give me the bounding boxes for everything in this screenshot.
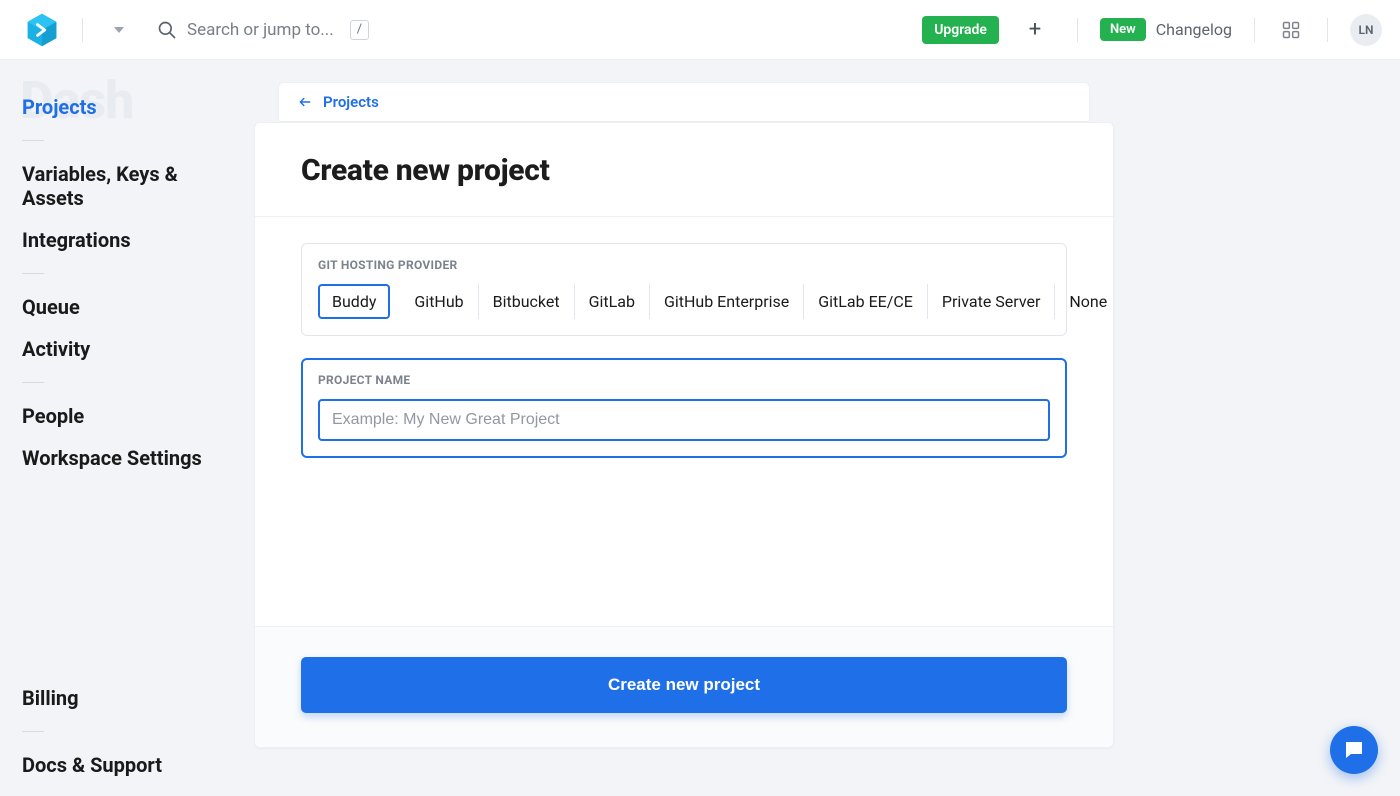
changelog-link[interactable]: New Changelog <box>1100 18 1232 41</box>
app-logo[interactable] <box>24 12 60 48</box>
search-icon <box>157 20 177 40</box>
sidebar-separator <box>22 382 44 383</box>
git-provider-options: Buddy GitHub Bitbucket GitLab GitHub Ent… <box>318 284 1050 319</box>
search-placeholder-text: Search or jump to... <box>187 20 334 40</box>
sidebar-item-workspace-settings[interactable]: Workspace Settings <box>22 437 232 479</box>
search-shortcut-badge: / <box>350 20 369 40</box>
breadcrumb-projects-link[interactable]: Projects <box>323 93 379 111</box>
sidebar-item-docs-support[interactable]: Docs & Support <box>22 744 232 786</box>
project-name-field: PROJECT NAME <box>301 358 1067 458</box>
sidebar-item-people[interactable]: People <box>22 395 232 437</box>
header-divider <box>82 18 83 42</box>
upgrade-button[interactable]: Upgrade <box>922 16 999 44</box>
sidebar-item-integrations[interactable]: Integrations <box>22 219 232 261</box>
changelog-label: Changelog <box>1156 20 1232 39</box>
card-header: Create new project <box>255 123 1113 217</box>
app-header: Search or jump to... / Upgrade + New Cha… <box>0 0 1400 60</box>
card-footer: Create new project <box>255 626 1113 747</box>
provider-option-gitlab-ee-ce[interactable]: GitLab EE/CE <box>804 284 928 319</box>
sidebar-item-queue[interactable]: Queue <box>22 286 232 328</box>
sidebar-separator <box>22 140 44 141</box>
sidebar-item-activity[interactable]: Activity <box>22 328 232 370</box>
chevron-down-icon <box>113 24 125 36</box>
project-name-input[interactable] <box>318 399 1050 441</box>
main-content: Projects Create new project GIT HOSTING … <box>254 60 1400 796</box>
apps-grid-button[interactable] <box>1277 16 1305 44</box>
git-provider-label: GIT HOSTING PROVIDER <box>318 258 1050 272</box>
provider-option-github[interactable]: GitHub <box>400 284 478 319</box>
project-name-label: PROJECT NAME <box>318 373 1050 387</box>
global-search[interactable]: Search or jump to... / <box>157 20 906 40</box>
header-divider <box>1077 18 1078 42</box>
chat-icon <box>1342 738 1366 762</box>
sidebar-item-billing[interactable]: Billing <box>22 677 232 719</box>
provider-option-private-server[interactable]: Private Server <box>928 284 1056 319</box>
new-badge: New <box>1100 18 1146 41</box>
create-project-card: Create new project GIT HOSTING PROVIDER … <box>254 122 1114 748</box>
sidebar-item-variables[interactable]: Variables, Keys & Assets <box>22 153 232 219</box>
workspace-dropdown[interactable] <box>105 18 133 42</box>
sidebar-separator <box>22 731 44 732</box>
create-project-button[interactable]: Create new project <box>301 657 1067 713</box>
chat-support-fab[interactable] <box>1330 726 1378 774</box>
sidebar-item-projects[interactable]: Projects <box>22 86 232 128</box>
provider-option-buddy[interactable]: Buddy <box>318 284 390 319</box>
arrow-left-icon <box>297 95 313 109</box>
create-button[interactable]: + <box>1019 14 1051 46</box>
header-divider <box>1327 18 1328 42</box>
provider-option-bitbucket[interactable]: Bitbucket <box>479 284 575 319</box>
git-provider-field: GIT HOSTING PROVIDER Buddy GitHub Bitbuc… <box>301 243 1067 336</box>
header-divider <box>1254 18 1255 42</box>
user-avatar[interactable]: LN <box>1350 14 1382 46</box>
provider-option-none[interactable]: None <box>1055 284 1121 319</box>
provider-option-github-enterprise[interactable]: GitHub Enterprise <box>650 284 804 319</box>
sidebar: Dash Projects Variables, Keys & Assets I… <box>0 60 254 796</box>
provider-option-gitlab[interactable]: GitLab <box>575 284 650 319</box>
breadcrumb-bar: Projects <box>278 82 1090 122</box>
sidebar-separator <box>22 273 44 274</box>
page-title: Create new project <box>301 153 1067 188</box>
grid-icon <box>1281 20 1301 40</box>
plus-icon: + <box>1029 17 1041 42</box>
